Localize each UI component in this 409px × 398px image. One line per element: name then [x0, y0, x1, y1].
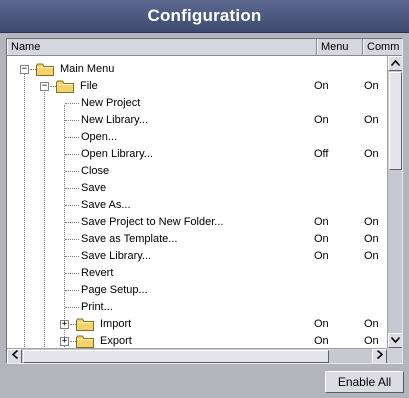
menu-status[interactable]: On [314, 316, 329, 333]
expand-toggle-icon[interactable]: + [60, 337, 69, 346]
tree-list: − Main Menu − File On On New Project New Librar… [7, 56, 387, 363]
tree-row[interactable]: Page Setup... [7, 282, 387, 299]
tree-connector [65, 239, 79, 240]
tree-row[interactable]: Save as Template... On On [7, 231, 387, 248]
menu-status[interactable]: On [314, 214, 329, 231]
tree-connector [65, 205, 79, 206]
comm-status[interactable]: On [364, 248, 379, 265]
tree-row[interactable]: Save As... [7, 197, 387, 214]
config-tree-panel: Name Menu Comm − Main Menu − File On On New Pr… [6, 38, 403, 364]
collapse-toggle-icon[interactable]: − [40, 82, 49, 91]
tree-row[interactable]: Close [7, 163, 387, 180]
collapse-toggle-icon[interactable]: − [20, 65, 29, 74]
scrollbar-corner [387, 348, 402, 363]
folder-icon [76, 335, 94, 348]
tree-item-label: Close [81, 165, 110, 177]
tree-connector [65, 188, 79, 189]
tree-connector [65, 120, 79, 121]
scroll-right-button[interactable] [372, 349, 387, 363]
tree-row[interactable]: New Project [7, 95, 387, 112]
tree-row[interactable]: New Library... On On [7, 112, 387, 129]
column-header-menu[interactable]: Menu [317, 39, 363, 55]
tree-connector [65, 171, 79, 172]
column-header: Name Menu Comm [7, 39, 402, 56]
comm-status[interactable]: On [364, 112, 379, 129]
scroll-up-button[interactable] [388, 56, 402, 71]
horizontal-scroll-thumb[interactable] [23, 350, 329, 363]
window-title: Configuration [0, 0, 409, 33]
comm-status[interactable]: On [364, 316, 379, 333]
tree-item-label: New Library... [81, 114, 149, 126]
menu-status[interactable]: On [314, 231, 329, 248]
column-header-name[interactable]: Name [7, 39, 317, 55]
tree-connector [65, 307, 79, 308]
menu-status[interactable]: On [314, 112, 329, 129]
comm-status[interactable]: On [364, 146, 379, 163]
folder-icon [36, 63, 54, 76]
tree-row[interactable]: − Main Menu [7, 61, 387, 78]
tree-item-label: Import [100, 318, 132, 330]
vertical-scrollbar[interactable] [387, 56, 402, 348]
scroll-left-button[interactable] [7, 349, 22, 363]
vertical-scroll-thumb[interactable] [389, 72, 402, 170]
tree-connector [65, 273, 79, 274]
tree-connector [65, 222, 79, 223]
menu-status[interactable]: On [314, 248, 329, 265]
arrow-up-icon [390, 59, 401, 67]
tree-item-label: Save As... [81, 199, 131, 211]
tree-row[interactable]: + Import On On [7, 316, 387, 333]
tree-item-label: File [80, 80, 98, 92]
tree-connector [65, 256, 79, 257]
arrow-left-icon [11, 349, 18, 360]
arrow-down-icon [390, 336, 401, 344]
tree-row[interactable]: Save Project to New Folder... On On [7, 214, 387, 231]
tree-item-label: Save Project to New Folder... [81, 216, 224, 228]
folder-icon [76, 318, 94, 331]
expand-toggle-icon[interactable]: + [60, 320, 69, 329]
menu-status[interactable]: On [314, 78, 329, 95]
horizontal-scrollbar[interactable] [7, 348, 387, 363]
tree-row[interactable]: Save Library... On On [7, 248, 387, 265]
tree-row[interactable]: Revert [7, 265, 387, 282]
tree-item-label: Save as Template... [81, 233, 178, 245]
tree-connector [65, 137, 79, 138]
tree-item-label: Revert [81, 267, 114, 279]
column-header-comm[interactable]: Comm [363, 39, 402, 55]
tree-item-label: Save Library... [81, 250, 152, 262]
comm-status[interactable]: On [364, 78, 379, 95]
menu-status[interactable]: Off [314, 146, 328, 163]
tree-row[interactable]: − File On On [7, 78, 387, 95]
tree-row[interactable]: Print... [7, 299, 387, 316]
arrow-right-icon [376, 349, 383, 360]
tree-connector [65, 103, 79, 104]
tree-item-label: Print... [81, 301, 113, 313]
tree-item-label: Open... [81, 131, 118, 143]
tree-item-label: Open Library... [81, 148, 153, 160]
tree-item-label: New Project [81, 97, 141, 109]
tree-row[interactable]: Save [7, 180, 387, 197]
tree-row[interactable]: Open Library... Off On [7, 146, 387, 163]
comm-status[interactable]: On [364, 231, 379, 248]
enable-all-button[interactable]: Enable All [325, 371, 404, 393]
tree-connector [65, 154, 79, 155]
tree-connector [65, 290, 79, 291]
scroll-down-button[interactable] [388, 333, 402, 348]
tree-item-label: Page Setup... [81, 284, 148, 296]
tree-item-label: Save [81, 182, 107, 194]
tree-row[interactable]: Open... [7, 129, 387, 146]
comm-status[interactable]: On [364, 214, 379, 231]
tree-item-label: Main Menu [60, 63, 115, 75]
folder-icon [56, 80, 74, 93]
